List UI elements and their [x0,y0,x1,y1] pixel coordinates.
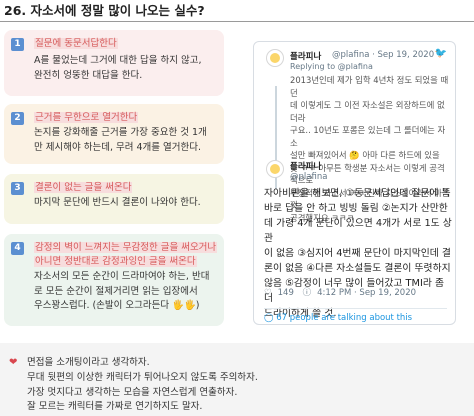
avatar[interactable] [266,160,284,178]
list-item: 3 결론이 없는 글을 써온다 마지막 문단에 반드시 결론이 나와야 한다. [4,174,224,224]
list-item: 1 질문에 동문서답한다 A를 물었는데 그거에 대한 답을 하지 않고, 완전… [4,30,224,96]
item-number: 4 [11,242,24,255]
reply-user-handle[interactable]: @plafina · Sep 19, 2020 [332,50,434,60]
tweet-text: 자아비판을 해보면, ①동문서답인데 질문에 똑 바로 답을 안 하고 빙빙 돌… [264,188,452,319]
main-user-name[interactable]: 플라피나 [290,160,321,172]
tip-box: ❤ 면접을 소개팅이라고 생각하자. 무대 뒷편의 이상한 캐릭터가 튀어나오지… [0,343,474,416]
page: 26. 자소서에 정말 많이 나오는 실수? 1 질문에 동문서답한다 A를 물… [0,0,474,416]
item-heading: 결론이 없는 글을 써온다 [34,182,133,193]
item-number: 2 [11,112,24,125]
twitter-icon[interactable]: 🐦 [435,48,447,59]
avatar[interactable] [266,49,284,67]
mistakes-list: 1 질문에 동문서답한다 A를 물었는데 그거에 대한 답을 하지 않고, 완전… [4,30,224,330]
item-body: A를 물었는데 그거에 대한 답을 하지 않고, 완전히 엉뚱한 대답을 한다. [34,55,202,81]
item-heading: 감정의 벽이 느껴지는 무감정한 글을 써오거나 아니면 정반대로 감정과잉인 … [34,242,218,267]
info-icon[interactable]: ⓘ [303,288,312,298]
section-heading: 26. 자소서에 정말 많이 나오는 실수? [0,0,474,22]
list-item: 4 감정의 벽이 느껴지는 무감정한 글을 써오거나 아니면 정반대로 감정과잉… [4,234,224,326]
conversation-link[interactable]: ◯ 67 people are talking about this [264,308,447,323]
item-body: 자소서의 모든 순간이 드라마여야 하는, 반대 로 모든 순간이 절제거리면 … [34,271,210,311]
item-number: 3 [11,182,24,195]
main-user-handle[interactable]: @plafina [290,172,327,182]
chat-icon: ◯ [264,313,274,323]
item-heading: 근거를 무한으로 열거한다 [34,112,139,123]
tip-text: 면접을 소개팅이라고 생각하자. 무대 뒷편의 이상한 캐릭터가 튀어나오지 않… [27,357,258,413]
reply-user-name[interactable]: 플라피나 [290,50,321,62]
replying-to[interactable]: Replying to @plafina [290,62,373,71]
heart-icon[interactable]: ♡ [264,288,272,298]
list-item: 2 근거를 무한으로 열거한다 논지를 강화해줄 근거를 가장 중요한 것 1개… [4,104,224,164]
item-body: 논지를 강화해줄 근거를 가장 중요한 것 1개 만 제시해야 하는데, 무려 … [34,127,207,153]
tweet-meta: ♡ 149 ⓘ 4:12 PM · Sep 19, 2020 [264,286,422,298]
item-body: 마지막 문단에 반드시 결론이 나와야 한다. [34,197,201,208]
tweet-timestamp[interactable]: 4:12 PM · Sep 19, 2020 [317,288,416,298]
item-heading: 질문에 동문서답한다 [34,38,118,49]
item-number: 1 [11,38,24,51]
like-count[interactable]: 149 [278,288,294,298]
embedded-tweet[interactable]: 🐦 플라피나 @plafina · Sep 19, 2020 Replying … [253,41,456,325]
heart-icon: ❤ [9,357,18,368]
